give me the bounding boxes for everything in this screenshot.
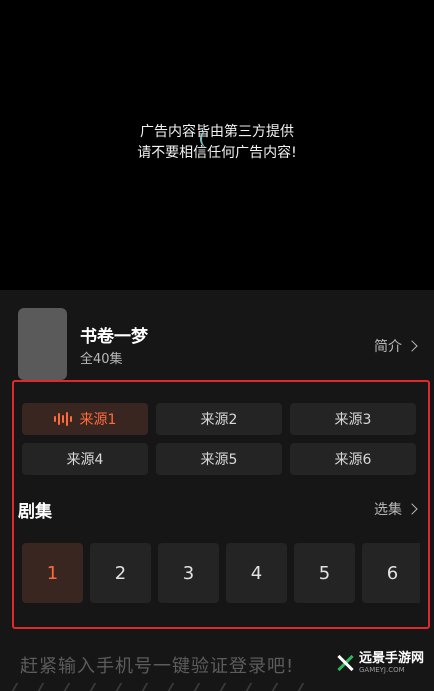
poster-thumbnail [18,308,67,380]
episode-button-6[interactable]: 6 [362,543,420,603]
episodes-title: 剧集 [18,502,52,522]
episode-button-4[interactable]: 4 [226,543,287,603]
episode-button-5[interactable]: 5 [294,543,355,603]
chevron-right-icon [406,503,418,515]
show-info: 书卷一梦 全40集 简介 [0,308,434,380]
watermark-domain: GAMEYJ.COM [358,666,405,674]
source-button-3[interactable]: 来源3 [290,403,416,435]
sound-wave-icon [53,412,72,426]
select-episodes-button[interactable]: 选集 [374,499,418,519]
ad-notice: 广告内容皆由第三方提供 请不要相信任何广告内容! [0,122,434,164]
source-label: 来源4 [66,452,104,468]
comment-divider [11,683,344,691]
episode-count: 全40集 [80,352,123,367]
episode-button-2[interactable]: 2 [90,543,151,603]
intro-label: 简介 [374,339,402,355]
episodes-header: 剧集 选集 [18,497,418,522]
watermark-logo-icon [335,653,355,673]
source-label: 来源2 [200,412,238,428]
watermark-text: 远景手游网 GAMEYJ.COM [359,652,424,674]
video-player[interactable]: 广告内容皆由第三方提供 请不要相信任何广告内容! [0,0,434,290]
source-label: 来源6 [334,452,372,468]
intro-button[interactable]: 简介 [374,336,418,356]
source-grid: 来源1 来源2 来源3 来源4 来源5 来源6 [22,403,416,475]
episode-button-1[interactable]: 1 [22,543,83,603]
watermark-name: 远景手游网 [358,651,424,666]
site-watermark: 远景手游网 GAMEYJ.COM [335,652,424,674]
ad-notice-line-2: 请不要相信任何广告内容! [137,145,297,161]
loading-spinner-icon [200,130,216,148]
ad-notice-line-1: 广告内容皆由第三方提供 [140,124,294,140]
select-episodes-label: 选集 [374,502,402,518]
source-label: 来源1 [79,412,117,428]
episode-list: 1 2 3 4 5 6 [22,543,420,603]
show-title: 书卷一梦 [80,327,148,347]
source-label: 来源5 [200,452,238,468]
source-button-4[interactable]: 来源4 [22,443,148,475]
episode-button-3[interactable]: 3 [158,543,219,603]
source-button-6[interactable]: 来源6 [290,443,416,475]
source-button-5[interactable]: 来源5 [156,443,282,475]
source-button-2[interactable]: 来源2 [156,403,282,435]
source-label: 来源3 [334,412,372,428]
login-prompt[interactable]: 赶紧输入手机号一键验证登录吧! [20,652,294,678]
source-button-1[interactable]: 来源1 [22,403,148,435]
chevron-right-icon [406,340,418,352]
